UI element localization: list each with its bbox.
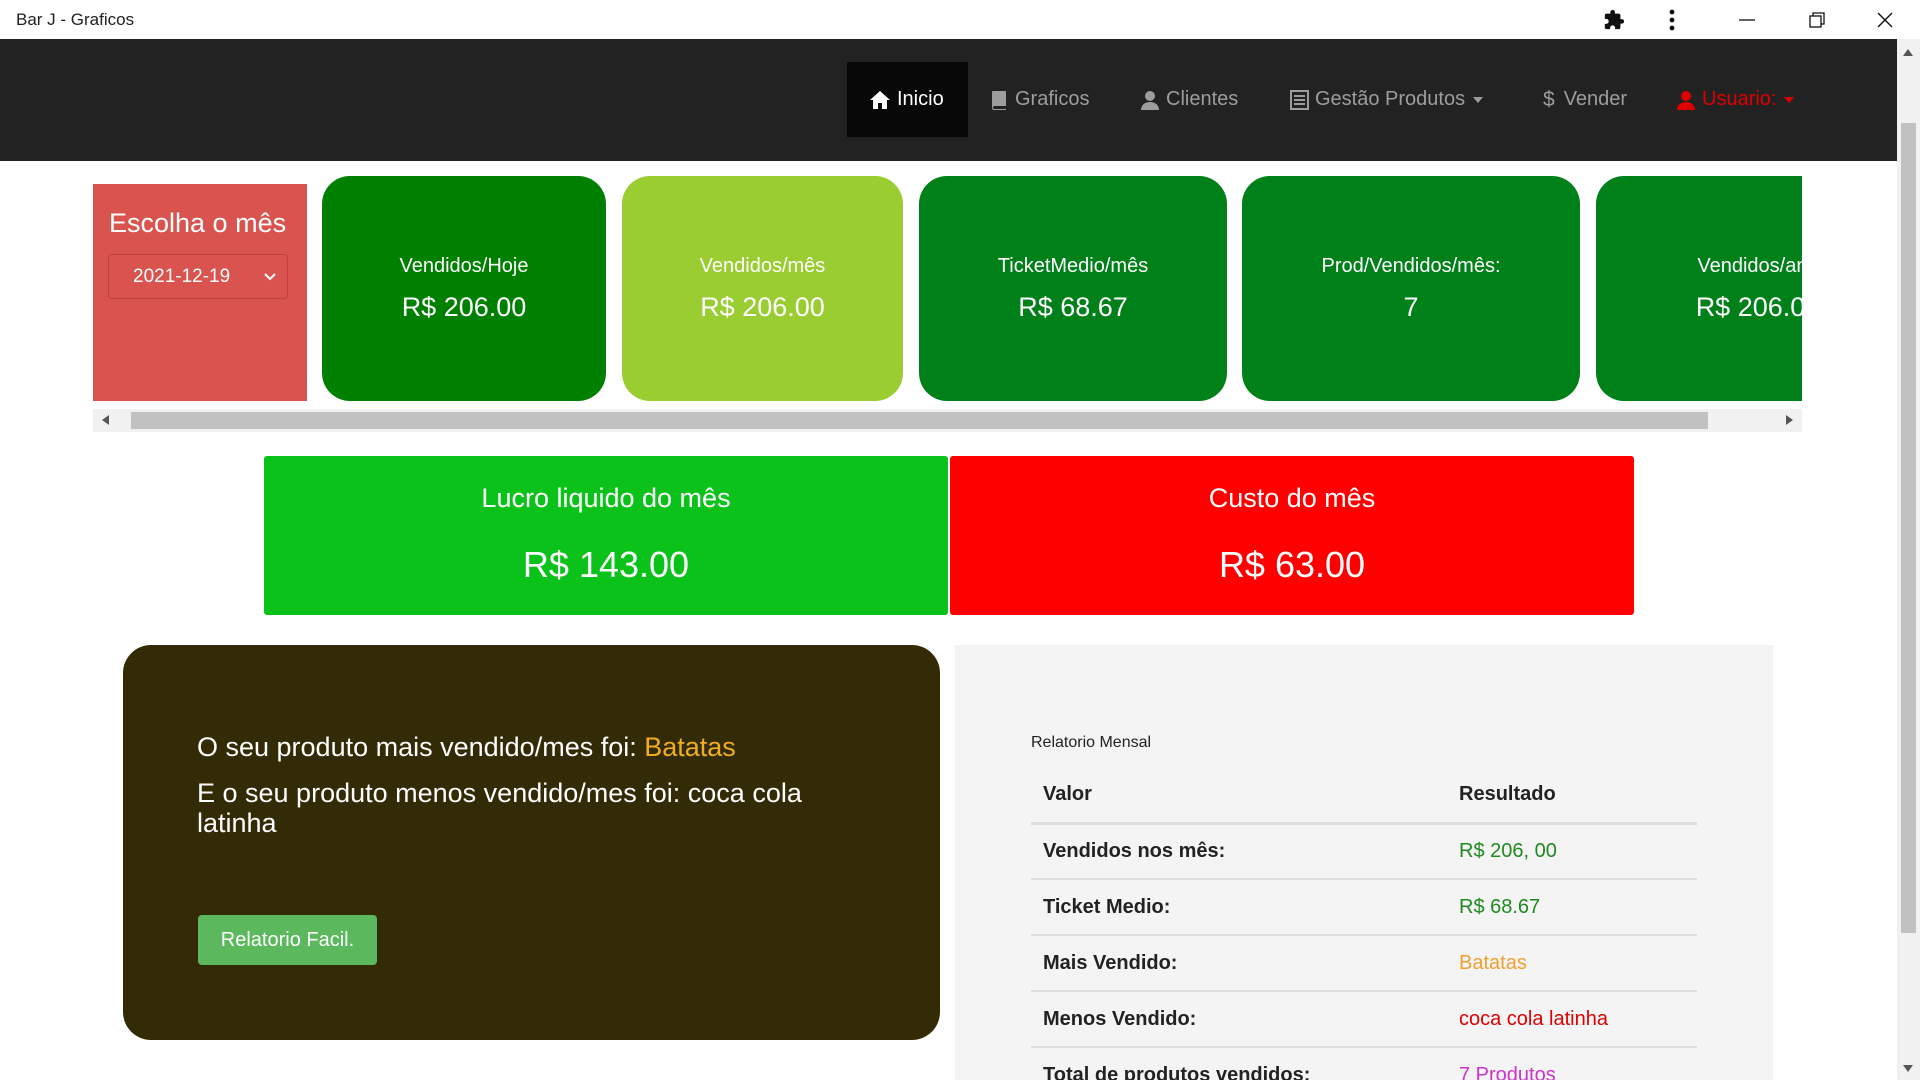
month-select-value: 2021-12-19 [133,265,231,287]
report-value: R$ 68.67 [1459,879,1697,936]
nav-item-label: Graficos [1015,88,1090,110]
report-key: Ticket Medio: [1031,879,1459,936]
report-key: Vendidos nos mês: [1031,823,1459,880]
home-icon [869,90,891,110]
report-value: coca cola latinha [1459,991,1697,1048]
profit-box: Lucro liquido do mês R$ 143.00 [264,456,948,615]
stat-value: R$ 206.00 [700,292,825,322]
nav-item-label: Clientes [1166,88,1239,110]
kebab-menu-icon[interactable] [1658,6,1686,34]
table-row: Total de produtos vendidos: 7 Produtos [1031,1047,1697,1080]
report-value: Batatas [1459,935,1697,992]
list-icon [1290,89,1309,110]
month-picker-card: Escolha o mês 2021-12-19 [93,184,307,401]
nav-item-label: Usuario: [1702,88,1777,110]
user-icon [1140,90,1160,110]
report-caption: Relatorio Mensal [1031,734,1152,751]
close-icon[interactable] [1871,6,1899,34]
puzzle-icon[interactable] [1600,6,1628,34]
scroll-down-arrow-icon[interactable] [1903,1065,1913,1072]
best-product-line: O seu produto mais vendido/mes foi: Bata… [197,732,736,763]
worst-product-line: E o seu produto menos vendido/mes foi: c… [197,778,802,838]
stat-label: Vendidos/mês [699,255,826,277]
stat-value: 7 [1403,292,1419,322]
minimize-icon[interactable] [1733,6,1761,34]
cost-label: Custo do mês [1208,483,1376,513]
table-row: Ticket Medio: R$ 68.67 [1031,879,1697,936]
nav-item-clientes[interactable]: Clientes [1140,62,1238,137]
table-header: Resultado [1459,767,1697,825]
report-value: R$ 206, 00 [1459,823,1697,880]
profit-value: R$ 143.00 [522,544,690,585]
scrollbar-thumb[interactable] [131,412,1708,429]
stat-card-prod-vendidos: Prod/Vendidos/mês: 7 [1242,176,1580,401]
user-icon [1676,90,1696,110]
stat-card-vendidos-ano: Vendidos/ano R$ 206.00 [1596,176,1802,401]
month-picker-label: Escolha o mês [109,208,287,238]
cost-box: Custo do mês R$ 63.00 [950,456,1634,615]
nav-item-label: Vender [1563,88,1628,110]
page-vertical-scrollbar[interactable] [1897,39,1920,1080]
caret-down-icon [1473,96,1484,103]
table-header: Valor [1031,767,1459,825]
window-titlebar: Bar J - Graficos [0,0,1920,39]
stat-label: Vendidos/ano [1697,255,1802,277]
scroll-left-arrow-icon[interactable] [102,415,109,425]
stats-strip: Escolha o mês 2021-12-19 Vendidos/Hoje R… [93,176,1802,401]
stat-label: Vendidos/Hoje [399,255,529,277]
chevron-down-icon [263,265,277,292]
window-title: Bar J - Graficos [16,10,135,29]
table-row: Vendidos nos mês: R$ 206, 00 [1031,823,1697,880]
best-product-prefix: O seu produto mais vendido/mes foi: [197,732,645,762]
restore-icon[interactable] [1803,6,1831,34]
relatorio-facil-button[interactable]: Relatorio Facil. [198,915,377,965]
stat-card-ticket-medio: TicketMedio/mês R$ 68.67 [919,176,1227,401]
nav-item-inicio[interactable]: Inicio [847,62,968,137]
report-table: Valor Resultado Vendidos nos mês: R$ 206,… [1031,767,1697,1080]
stat-label: Prod/Vendidos/mês: [1321,255,1501,277]
stat-label: TicketMedio/mês [997,255,1149,277]
stat-card-vendidos-hoje: Vendidos/Hoje R$ 206.00 [322,176,606,401]
report-key: Menos Vendido: [1031,991,1459,1048]
stat-value: R$ 68.67 [1018,292,1128,322]
dollar-icon: $ [1543,87,1555,111]
scroll-right-arrow-icon[interactable] [1786,415,1793,425]
book-icon [991,90,1009,110]
report-key: Mais Vendido: [1031,935,1459,992]
month-select[interactable]: 2021-12-19 [108,254,288,299]
profit-label: Lucro liquido do mês [481,483,731,513]
nav-item-gestao-produtos[interactable]: Gestão Produtos [1290,62,1484,137]
monthly-report-panel: Relatorio Mensal Valor Resultado Vendido… [955,645,1773,1080]
nav-item-label: Gestão Produtos [1315,88,1466,110]
cost-value: R$ 63.00 [1218,544,1366,585]
report-value: 7 Produtos [1459,1047,1697,1080]
nav-item-usuario[interactable]: Usuario: [1676,62,1795,137]
report-key: Total de produtos vendidos: [1031,1047,1459,1080]
caret-down-icon [1784,96,1795,103]
stat-card-vendidos-mes: Vendidos/mês R$ 206.00 [622,176,903,401]
scrollbar-thumb[interactable] [1901,123,1916,933]
nav-item-vender[interactable]: $ Vender [1543,62,1627,137]
scroll-up-arrow-icon[interactable] [1903,49,1913,56]
table-row: Menos Vendido: coca cola latinha [1031,991,1697,1048]
stats-horizontal-scrollbar[interactable] [93,409,1802,432]
table-row: Mais Vendido: Batatas [1031,935,1697,992]
nav-item-graficos[interactable]: Graficos [991,62,1089,137]
table-header-row: Valor Resultado [1031,767,1697,825]
top-navbar: Inicio Graficos Clientes Gestão Produtos… [0,39,1897,161]
stat-value: R$ 206.00 [401,292,527,322]
insight-panel: O seu produto mais vendido/mes foi: Bata… [123,645,940,1040]
stat-value: R$ 206.00 [1695,292,1802,322]
nav-item-label: Inicio [897,88,944,110]
best-product-value: Batatas [644,732,736,762]
